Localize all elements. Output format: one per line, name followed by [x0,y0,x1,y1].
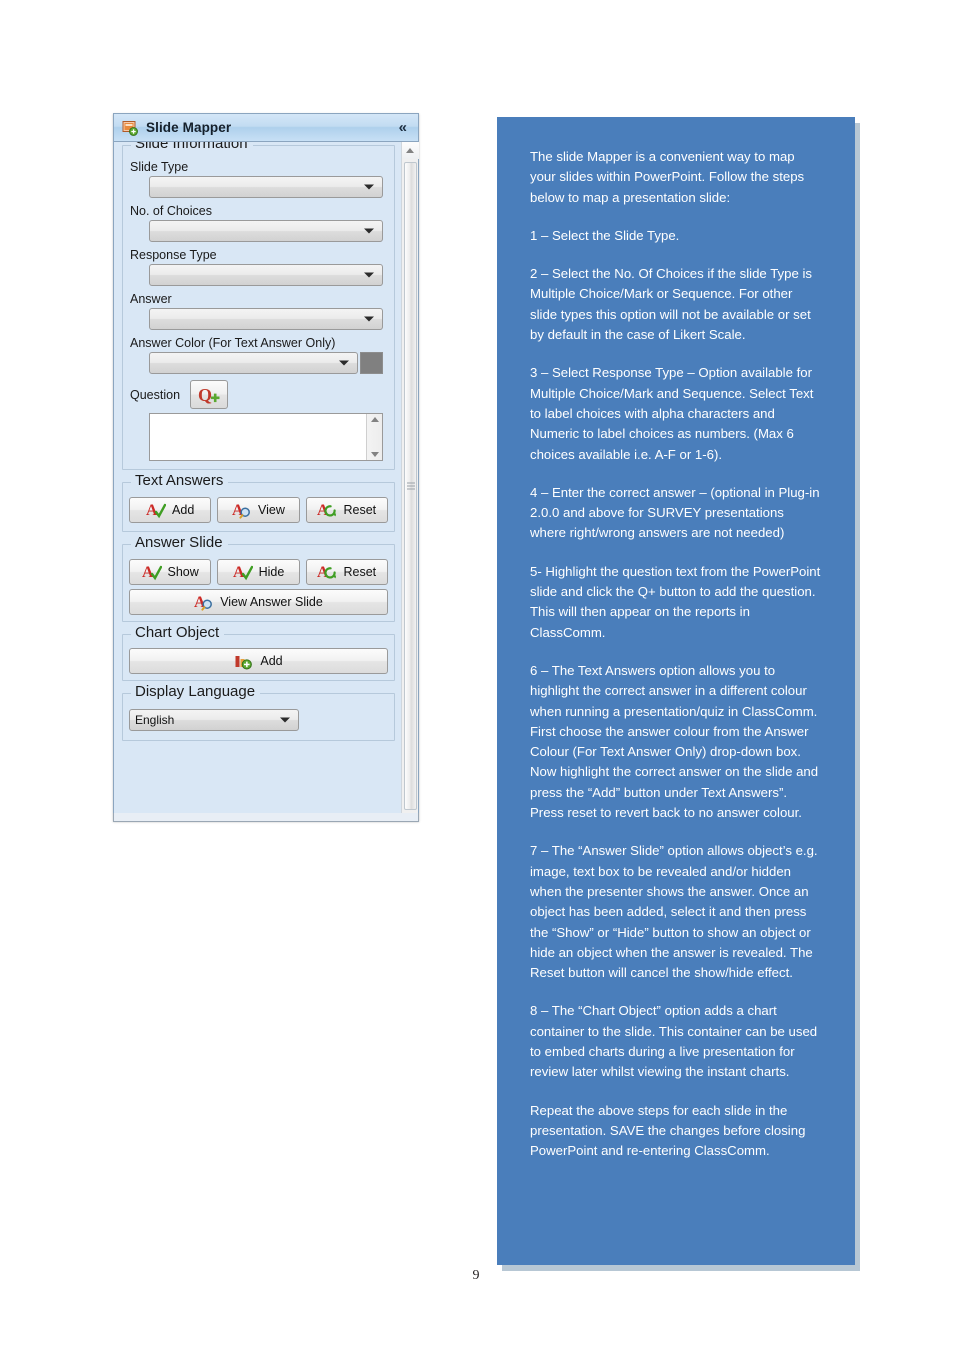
scroll-up-icon[interactable] [370,417,379,422]
answer-slide-show-label: Show [167,565,199,579]
q-plus-icon: Q [197,385,221,405]
slide-type-combobox[interactable] [149,176,383,198]
group-title-text-answers: Text Answers [131,472,229,489]
svg-text:A: A [146,502,158,519]
group-title-slide-information: Slide Information [131,142,253,152]
chart-add-icon [234,652,254,670]
chevron-down-icon [339,360,349,366]
display-language-combobox[interactable]: English [129,709,299,731]
display-language-value: English [135,713,175,727]
answer-color-combobox[interactable] [149,352,358,374]
add-question-button[interactable]: Q [190,380,229,409]
text-answers-reset-button[interactable]: A Reset [305,497,388,523]
text-answers-button-row: A Add A View A Reset [129,497,388,523]
slide-mapper-content: Slide Information Slide Type No. of Choi… [114,142,401,820]
svg-text:A: A [317,564,329,581]
a-refresh-icon: A [317,501,337,519]
instructions-paragraph: 7 – The “Answer Slide” option allows obj… [530,843,818,981]
view-answer-slide-button[interactable]: A View Answer Slide [129,589,388,615]
instructions-paragraph: The slide Mapper is a convenient way to … [530,149,805,205]
label-question: Question [130,387,181,402]
chevron-down-icon [364,228,374,234]
chart-object-add-button[interactable]: Add [129,648,388,674]
answer-slide-button-row: A Show A Hide A Reset [129,559,388,585]
instructions-paragraph: 3 – Select Response Type – Option availa… [530,365,814,462]
text-answers-view-button[interactable]: A View [217,497,300,523]
instructions-panel: The slide Mapper is a convenient way to … [497,117,855,1265]
instructions-paragraph: Repeat the above steps for each slide in… [530,1102,806,1159]
question-row: Question Q [130,380,388,409]
slide-add-icon [122,120,138,136]
question-textarea[interactable] [149,413,383,461]
instructions-paragraph: 1 – Select the Slide Type. [530,227,680,243]
a-check-icon: A [146,501,167,519]
group-answer-slide: Answer Slide A Show A Hide A Reset A Vie… [122,534,395,622]
label-answer-color: Answer Color (For Text Answer Only) [130,336,336,350]
slide-mapper-panel: Slide Mapper « Slide Information Slide T… [113,113,419,821]
scrollbar-grip-icon [406,481,415,492]
answer-slide-reset-label: Reset [343,565,377,579]
question-textarea-scrollbar[interactable] [366,414,382,460]
text-answers-add-button[interactable]: A Add [129,497,212,523]
answer-slide-hide-label: Hide [258,565,285,579]
scroll-up-button[interactable] [401,142,419,159]
instructions-paragraph: 4 – Enter the correct answer – (optional… [530,484,820,541]
chevron-down-icon [364,184,374,190]
answer-color-swatch[interactable] [360,352,383,374]
page-number: 9 [0,1268,954,1284]
group-slide-information: Slide Information Slide Type No. of Choi… [122,142,395,470]
group-title-display-language: Display Language [131,683,261,700]
slide-mapper-title: Slide Mapper [146,120,232,135]
text-answers-reset-label: Reset [343,503,377,517]
group-title-chart-object: Chart Object [131,624,225,641]
view-answer-slide-label: View Answer Slide [220,595,323,609]
no-of-choices-combobox[interactable] [149,220,383,242]
slide-mapper-titlebar: Slide Mapper « [114,114,418,142]
instructions-paragraph: 5- Highlight the question text from the … [530,563,821,640]
label-slide-type: Slide Type [130,160,189,174]
a-magnifier-icon: A [194,593,214,611]
response-type-combobox[interactable] [149,264,383,286]
label-no-of-choices: No. of Choices [130,204,212,218]
answer-slide-show-button[interactable]: A Show [129,559,212,585]
instructions-text-container: The slide Mapper is a convenient way to … [497,117,855,1181]
a-check-icon: A [233,563,253,581]
answer-color-row [149,352,383,374]
a-check-icon: A [142,563,162,581]
text-answers-add-label: Add [172,503,195,517]
svg-text:A: A [317,502,329,519]
scrollbar-thumb[interactable] [404,162,417,810]
collapse-panel-icon[interactable]: « [399,120,410,135]
label-response-type: Response Type [130,248,217,262]
a-refresh-icon: A [317,563,337,581]
label-answer: Answer [130,292,172,306]
answer-slide-hide-button[interactable]: A Hide [217,559,300,585]
instructions-paragraph: 8 – The “Chart Object” option adds a cha… [530,1003,818,1080]
panel-bottom-strip [113,813,419,822]
text-answers-view-label: View [258,503,285,517]
chart-object-add-label: Add [260,654,283,668]
svg-text:Q: Q [198,385,212,405]
question-text-value [150,414,382,417]
svg-text:A: A [233,564,245,581]
scroll-down-icon[interactable] [370,452,379,457]
chevron-down-icon [280,717,290,723]
answer-slide-reset-button[interactable]: A Reset [305,559,388,585]
instructions-paragraph: 6 – The Text Answers option allows you t… [530,662,819,821]
chevron-down-icon [364,272,374,278]
slide-mapper-body: Slide Information Slide Type No. of Choi… [114,142,419,820]
panel-vertical-scrollbar[interactable] [401,142,419,820]
page-number-value: 9 [472,1268,480,1283]
chevron-down-icon [364,316,374,322]
instructions-paragraph: 2 – Select the No. Of Choices if the sli… [530,266,812,343]
a-magnifier-icon: A [232,501,252,519]
group-text-answers: Text Answers A Add A View A Reset [122,472,395,532]
group-title-answer-slide: Answer Slide [131,534,228,551]
scroll-up-icon [406,148,414,153]
group-chart-object: Chart Object Add [122,624,395,681]
svg-text:A: A [142,564,154,581]
group-display-language: Display Language English [122,683,395,741]
answer-combobox[interactable] [149,308,383,330]
